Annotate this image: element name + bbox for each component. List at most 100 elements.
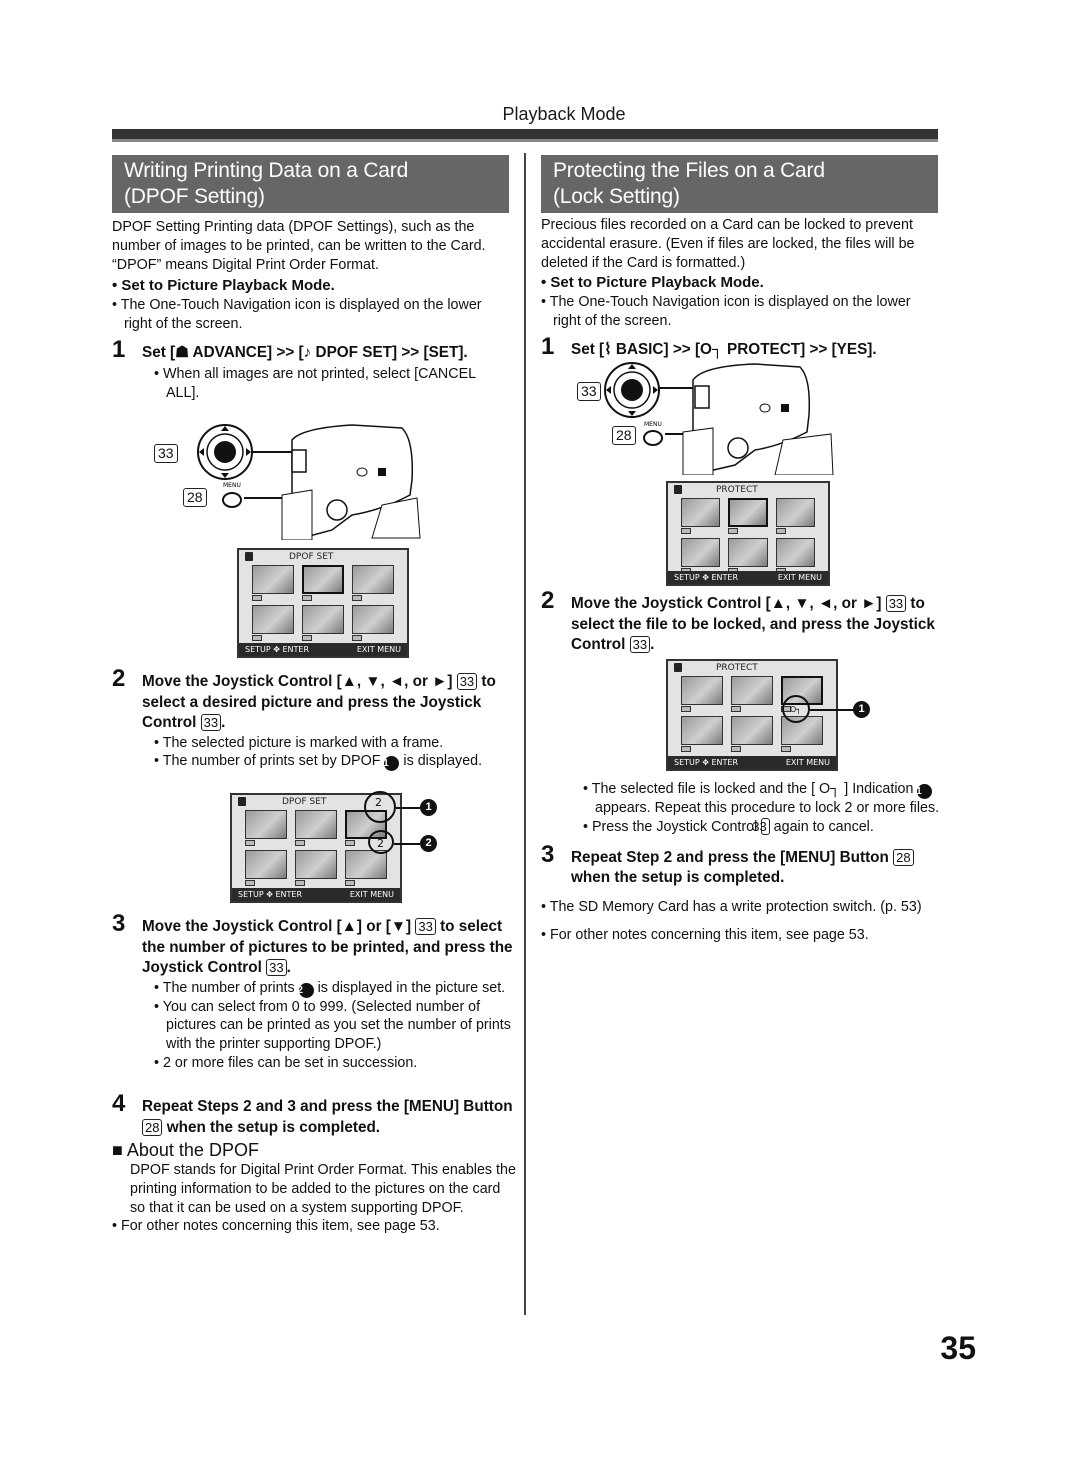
resolution-icon: [302, 635, 312, 641]
marker-2: 2: [297, 982, 314, 998]
right-step2-bullets: • The selected file is locked and the [ …: [541, 780, 941, 837]
step-text: BASIC] >> [: [611, 340, 701, 358]
screen-title: DPOF SET: [282, 797, 327, 807]
left-step-1: 1 Set [☗ ADVANCE] >> [♪ DPOF SET] >> [SE…: [112, 338, 512, 364]
callout-line: [810, 709, 854, 711]
right-step-3: 3 Repeat Step 2 and press the [MENU] But…: [541, 842, 941, 889]
column-divider: [524, 153, 526, 1315]
left-step-3: 3 Move the Joystick Control [▲] or [▼] 3…: [112, 910, 517, 979]
left-step2-bullets: • The selected picture is marked with a …: [112, 734, 517, 772]
left-step-4-block: 4 Repeat Steps 2 and 3 and press the [ME…: [112, 1090, 517, 1236]
screen-footer-exit: EXIT MENU: [785, 758, 830, 767]
thumbnail[interactable]: [681, 538, 721, 567]
step-number: 4: [112, 1090, 126, 1117]
camera-mode-icon: [674, 663, 682, 672]
step-text: Repeat Steps 2 and 3 and press the [MENU…: [142, 1098, 513, 1115]
page-number: 35: [940, 1330, 976, 1366]
ref-badge: 28: [893, 848, 914, 866]
left-step-3-block: 3 Move the Joystick Control [▲] or [▼] 3…: [112, 910, 517, 1073]
bullet-text: The selected file is locked and the [ O┐…: [591, 781, 918, 797]
right-step-2-bullets-block: • The selected file is locked and the [ …: [541, 780, 941, 945]
step-text: Move the Joystick Control [▲] or [▼]: [142, 918, 416, 935]
ref-badge: 33: [415, 918, 436, 935]
thumbnail[interactable]: [252, 605, 294, 634]
bullet: • The selected picture is marked with a …: [154, 734, 444, 751]
thumbnail[interactable]: [728, 538, 768, 567]
right-prereq: • Set to Picture Playback Mode.: [541, 274, 764, 292]
bullet-text: is displayed.: [399, 753, 483, 770]
lcd-protect-screen: PROTECT SETUP ✥ ENTER EXIT MENU: [666, 481, 830, 586]
bullet-text: You can select from 0 to 999. (Selected …: [162, 998, 511, 1053]
thumbnail[interactable]: [681, 716, 723, 745]
callout-circle-2: [368, 830, 394, 854]
step-text: when the setup is completed.: [162, 1118, 381, 1136]
protect-key-icon: O┐: [700, 340, 723, 358]
step-text: .: [650, 636, 655, 653]
step-text: Repeat Step 2 and press the [MENU] Butto…: [571, 848, 894, 866]
camera-mode-icon: [245, 552, 253, 561]
thumbnail[interactable]: [681, 676, 723, 705]
bullet-text: Press the Joystick Control: [591, 818, 762, 835]
thumbnail-grid: [252, 565, 394, 643]
step-number: 2: [541, 587, 555, 614]
thumbnail[interactable]: [295, 810, 337, 839]
resolution-icon: [252, 635, 262, 641]
bullet-text: appears. Repeat this procedure to lock 2…: [595, 800, 940, 816]
basic-icon: ⌇: [604, 340, 612, 358]
resolution-icon: [252, 595, 262, 601]
thumbnail[interactable]: [345, 850, 387, 879]
callout-line: [394, 843, 420, 845]
thumbnail[interactable]: [352, 605, 394, 634]
lcd-dpof-set-screen: DPOF SET SETUP ✥ ENTER EXIT MENU: [237, 548, 409, 658]
callout-circle-1: [364, 791, 396, 823]
thumbnail[interactable]: [302, 605, 344, 634]
thumbnail-selected[interactable]: [728, 498, 768, 527]
thumbnail[interactable]: [731, 676, 773, 705]
bullet: • 2 or more files can be set in successi…: [154, 1054, 418, 1071]
thumbnail[interactable]: [775, 538, 815, 567]
screen-footer-setup: SETUP ✥ ENTER: [238, 890, 303, 899]
bullet-text: The number of prints set by DPOF: [162, 753, 385, 770]
ref-badge: 33: [266, 959, 287, 976]
left-step3-bullets: • The number of prints 2 is displayed in…: [112, 979, 517, 1073]
bullet: • The number of prints set by DPOF 1 is …: [154, 753, 483, 772]
thumbnail[interactable]: [295, 850, 337, 879]
camera-illustration-right: 33 28 MENU: [575, 360, 845, 475]
svg-text:MENU: MENU: [223, 482, 241, 489]
right-intro: Precious files recorded on a Card can be…: [541, 217, 915, 271]
camera-illustration-left: 33 28 MENU: [152, 420, 422, 540]
thumbnail[interactable]: [775, 498, 815, 527]
step-number: 3: [112, 910, 126, 937]
right-note-2: • For other notes concerning this item, …: [541, 927, 869, 944]
left-title-line2: (DPOF Setting): [124, 185, 265, 208]
step-text: Set [: [142, 343, 176, 361]
resolution-icon: [681, 528, 691, 534]
screen-footer-exit: EXIT MENU: [777, 573, 822, 582]
resolution-icon: [345, 880, 355, 886]
marker-1: 1: [383, 756, 400, 772]
ref-badge: 33: [456, 673, 478, 690]
right-step-2: 2 Move the Joystick Control [▲, ▼, ◄, or…: [541, 587, 941, 656]
camera-mode-icon: [238, 797, 246, 806]
thumbnail[interactable]: [681, 498, 721, 527]
bullet-text: The number of prints: [162, 979, 299, 996]
resolution-icon: [352, 635, 362, 641]
bullet: • The number of prints 2 is displayed in…: [154, 979, 506, 998]
thumbnail[interactable]: [731, 716, 773, 745]
screen-footer-setup: SETUP ✥ ENTER: [674, 573, 739, 582]
thumbnail[interactable]: [245, 810, 287, 839]
bullet: • When all images are not printed, selec…: [154, 366, 476, 402]
thumbnail-selected[interactable]: [302, 565, 344, 594]
resolution-icon: [295, 880, 305, 886]
resolution-icon: [352, 595, 362, 601]
bullet: • Press the Joystick Control 33 again to…: [583, 817, 874, 835]
step-number: 2: [112, 665, 126, 692]
step-text: .: [286, 959, 291, 976]
thumbnail[interactable]: [245, 850, 287, 879]
thumbnail[interactable]: [352, 565, 394, 594]
bullet-text: again to cancel.: [769, 818, 874, 835]
left-intro: DPOF Setting Printing data (DPOF Setting…: [112, 219, 486, 273]
callout-line: [396, 807, 420, 809]
thumbnail[interactable]: [252, 565, 294, 594]
bullet-text: For other notes concerning this item, se…: [120, 1218, 440, 1235]
